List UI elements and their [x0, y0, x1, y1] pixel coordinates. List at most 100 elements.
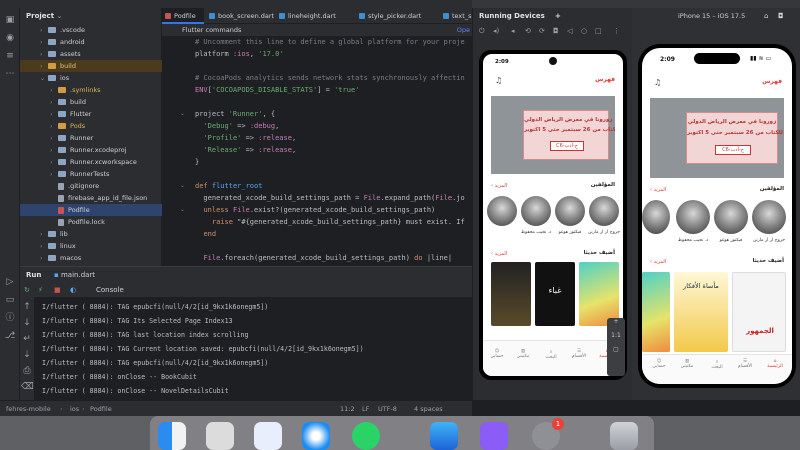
status-crumb-ios[interactable]: ios — [70, 401, 79, 417]
promo-banner[interactable]: زورونا في معرض الرياض الدولي للكتاب من 2… — [491, 96, 615, 174]
line-ending[interactable]: LF — [362, 401, 369, 417]
nav-sections[interactable]: ☰ الأقسام — [732, 359, 758, 369]
open-link[interactable]: Ope — [457, 24, 470, 36]
promo-button[interactable]: C6-ج-أدب — [715, 145, 751, 155]
code-editor[interactable]: ⌄ ⌄ ⌄ # Uncomment this line to define a gl… — [162, 36, 472, 266]
wrap-icon[interactable]: ↵ — [21, 333, 33, 345]
volume-down-icon[interactable]: ◂ — [511, 24, 515, 38]
tab-text[interactable]: text_s — [440, 8, 472, 24]
devtools-icon[interactable]: ◐ — [70, 283, 76, 297]
nav-search[interactable]: ⌕ البحث — [704, 359, 730, 370]
rotate-icon[interactable]: ⟲ — [525, 24, 531, 38]
author-avatar[interactable] — [676, 200, 710, 234]
new-more-link[interactable]: ‹ المزيد — [650, 259, 666, 265]
promo-button[interactable]: C6-ج-أدب — [550, 141, 584, 151]
author-avatar[interactable] — [752, 200, 786, 234]
tab-add-icon[interactable]: + — [555, 8, 561, 24]
commit-icon[interactable]: ◉ — [4, 32, 16, 44]
arrow-up-icon[interactable]: ↑ — [21, 301, 33, 313]
promo-banner[interactable]: زورونا في معرض الرياض الدولي للكتاب من 2… — [650, 98, 784, 178]
folder-icon[interactable]: ▣ — [4, 14, 16, 26]
nav-sections[interactable]: ☰ الأقسام — [567, 349, 591, 359]
tree-item[interactable]: › build — [20, 60, 162, 72]
safari-icon[interactable] — [302, 422, 330, 450]
git-icon[interactable]: ⎇ — [4, 330, 16, 342]
camera-icon[interactable]: ◘ — [553, 24, 559, 38]
tree-item[interactable]: firebase_app_id_file.json — [20, 192, 162, 204]
trash-icon[interactable] — [610, 422, 638, 450]
tree-item[interactable]: › Runner.xcodeproj — [20, 144, 162, 156]
more-options-icon[interactable]: ⋮ — [613, 24, 620, 38]
tree-item[interactable]: › lib — [20, 228, 162, 240]
indent-setting[interactable]: 4 spaces — [414, 401, 443, 417]
book-cover[interactable] — [491, 262, 531, 326]
problems-icon[interactable]: ⓘ — [4, 312, 16, 324]
author-avatar[interactable] — [714, 200, 748, 234]
home-icon[interactable]: ○ — [581, 24, 587, 38]
tree-item[interactable]: › build — [20, 96, 162, 108]
author-avatar[interactable] — [589, 196, 619, 226]
tab-lineheight[interactable]: lineheight.dart — [276, 8, 354, 24]
rotate-right-icon[interactable]: ⟳ — [539, 24, 545, 38]
fold-marker-icon[interactable]: ⌄ — [180, 204, 185, 216]
book-cover[interactable] — [642, 272, 670, 352]
finder-icon[interactable] — [158, 422, 186, 450]
author-avatar[interactable] — [555, 196, 585, 226]
settings-icon[interactable]: 1 — [532, 418, 564, 450]
android-screen[interactable]: 2:09 ♫ فهرس زورونا في معرض الرياض الدولي… — [483, 54, 623, 376]
book-cover[interactable] — [579, 262, 619, 326]
tree-item[interactable]: › .symlinks — [20, 84, 162, 96]
xcode-instruments-icon[interactable] — [254, 422, 282, 450]
tree-item[interactable]: › assets — [20, 48, 162, 60]
nav-home[interactable]: ⌂الرئيسية — [762, 359, 788, 369]
tree-item[interactable]: › Runner.xcworkspace — [20, 156, 162, 168]
tree-item[interactable]: › android — [20, 36, 162, 48]
github-desktop-icon[interactable] — [480, 422, 508, 450]
scroll-end-icon[interactable]: ⇣ — [21, 349, 33, 361]
nav-account[interactable]: ☺ حسابي — [485, 349, 509, 359]
power-icon[interactable]: ⏻ — [479, 24, 485, 38]
bell-icon[interactable]: ♫ — [495, 76, 502, 85]
nav-account[interactable]: ☺ حسابي — [646, 359, 672, 369]
tree-item[interactable]: › linux — [20, 240, 162, 252]
author-avatar[interactable] — [487, 196, 517, 226]
tree-item[interactable]: › RunnerTests — [20, 168, 162, 180]
iphone-screen[interactable]: 2:09 ▮▮ ≋ ▭ ♫ فهرس زورونا في معرض الرياض… — [642, 48, 792, 384]
run-config[interactable]: ▪ main.dart — [54, 267, 95, 283]
whatsapp-icon[interactable] — [352, 422, 380, 450]
nav-library[interactable]: ▥ مكتبتي — [511, 349, 535, 359]
authors-more-link[interactable]: ‹ المزيد — [491, 183, 507, 189]
tree-item[interactable]: Podfile.lock — [20, 216, 162, 228]
tab-style-picker[interactable]: style_picker.dart — [356, 8, 438, 24]
stop-icon[interactable]: ■ — [54, 283, 61, 297]
arrow-down-icon[interactable]: ↓ — [21, 317, 33, 329]
more-icon[interactable]: ⋯ — [4, 68, 16, 80]
run-icon[interactable]: ▷ — [4, 276, 16, 288]
screenshot-icon[interactable]: ◘ — [778, 8, 784, 24]
status-crumb-project[interactable]: fehres-mobile — [6, 401, 51, 417]
rerun-icon[interactable]: ↻ — [24, 283, 30, 297]
zoom-controls[interactable]: +1:1 ▢ — [607, 318, 625, 376]
bell-icon[interactable]: ♫ — [654, 78, 661, 87]
tab-book-screen[interactable]: book_screen.dart — [206, 8, 274, 24]
author-avatar[interactable] — [642, 200, 670, 234]
tree-item[interactable]: Podfile — [20, 204, 162, 216]
overview-icon[interactable]: □ — [595, 24, 602, 38]
tree-item[interactable]: › Flutter — [20, 108, 162, 120]
structure-icon[interactable]: ≡ — [4, 50, 16, 62]
console-tab[interactable]: Console — [96, 283, 124, 297]
hot-reload-icon[interactable]: ⚡ — [38, 283, 43, 297]
tree-item[interactable]: .gitignore — [20, 180, 162, 192]
new-more-link[interactable]: ‹ المزيد — [491, 251, 507, 257]
fold-marker-icon[interactable]: ⌄ — [180, 108, 185, 120]
fold-marker-icon[interactable]: ⌄ — [180, 180, 185, 192]
status-crumb-file[interactable]: Podfile — [90, 401, 112, 417]
tree-item[interactable]: › Pods — [20, 120, 162, 132]
tree-item[interactable]: ⌄ ios — [20, 72, 162, 84]
book-cover[interactable]: غباء — [535, 262, 575, 326]
nav-library[interactable]: ▥ مكتبتي — [674, 359, 700, 369]
print-icon[interactable]: ⎙ — [21, 365, 33, 377]
tab-podfile[interactable]: Podfile — [162, 8, 204, 24]
file-encoding[interactable]: UTF-8 — [378, 401, 397, 417]
launchpad-icon[interactable] — [206, 422, 234, 450]
